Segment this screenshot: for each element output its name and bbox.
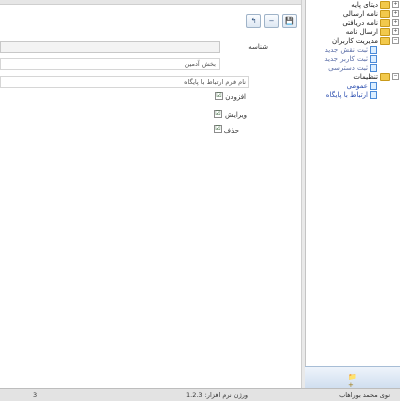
top-strip — [0, 0, 301, 5]
nam-form-input[interactable]: نام فرم ارتباط با پایگاه — [0, 76, 249, 88]
tree-item-settings[interactable]: − تنظیمات — [353, 72, 399, 81]
tree-item-label: مدیریت کاربران — [331, 36, 378, 45]
tree-item-send-letter[interactable]: + ارسال نامه — [346, 27, 399, 36]
collapse-icon[interactable]: − — [392, 73, 399, 80]
bakhsh-input[interactable]: بخش آدمین — [0, 58, 220, 70]
save-icon: 💾 — [285, 17, 294, 25]
add-folder-icon[interactable]: 📁+ — [348, 373, 358, 389]
status-version: ورژن نرم افزار: 1.2.3 — [186, 391, 248, 399]
expand-icon[interactable]: + — [392, 1, 399, 8]
status-bar: نوی محمد بوراهاب ورژن نرم افزار: 1.2.3 3 — [0, 388, 400, 401]
expand-icon[interactable]: + — [392, 19, 399, 26]
back-icon: ↰ — [250, 17, 257, 25]
checkbox-delete-row: حذف — [224, 127, 239, 135]
tree-item-user-management[interactable]: − مدیریت کاربران — [332, 36, 399, 45]
tree-item-new-user[interactable]: ثبت کاربر جدید — [324, 54, 377, 63]
form-toolbar: ↰ − 💾 — [246, 14, 297, 28]
tree-item-label: ارتباط با پایگاه — [325, 90, 368, 99]
checkbox-delete[interactable]: ☑ — [214, 125, 222, 133]
tree-footer: 📁+ — [305, 366, 400, 389]
nam-form-row: نام فرم ارتباط با پایگاه — [0, 76, 249, 89]
tree-item-label: نامه دریافتی — [342, 18, 378, 27]
checkbox-add[interactable]: ☑ — [215, 92, 223, 100]
save-button[interactable]: 💾 — [282, 14, 297, 28]
tree-item-label: تنظیمات — [353, 72, 378, 81]
page-icon — [370, 54, 377, 63]
shenase-row — [0, 41, 220, 54]
navigation-tree: + دیتای پایه + نامه ارسالی + نامه دریافت… — [305, 0, 400, 366]
checkbox-delete-label: حذف — [223, 127, 239, 135]
tree-item-new-role[interactable]: ثبت نقش جدید — [325, 45, 377, 54]
tree-item-sent-letters[interactable]: + نامه ارسالی — [343, 9, 399, 18]
bakhsh-row: بخش آدمین — [0, 58, 220, 71]
shenase-label: شناسه — [248, 43, 268, 51]
tree-item-label: عمومی — [346, 81, 368, 90]
tree-item-general[interactable]: عمومی — [347, 81, 377, 90]
tree-item-received-letters[interactable]: + نامه دریافتی — [342, 18, 399, 27]
folder-icon — [380, 9, 390, 18]
tree-item-label: ثبت نقش جدید — [324, 45, 368, 54]
shenase-input[interactable] — [0, 41, 220, 53]
checkbox-add-row: افزودن — [225, 93, 246, 101]
folder-icon — [380, 0, 390, 9]
tree-item-label: ثبت کاربر جدید — [324, 54, 368, 63]
tree-item-label: نامه ارسالی — [342, 9, 378, 18]
minus-icon: − — [268, 17, 275, 25]
folder-icon — [380, 18, 390, 27]
remove-button[interactable]: − — [264, 14, 279, 28]
back-button[interactable]: ↰ — [246, 14, 261, 28]
checkbox-edit[interactable]: ☑ — [214, 110, 222, 118]
folder-icon — [380, 72, 390, 81]
page-icon — [370, 90, 377, 99]
folder-icon — [380, 36, 390, 45]
collapse-icon[interactable]: − — [392, 37, 399, 44]
tree-item-access[interactable]: ثبت دسترسی — [328, 63, 377, 72]
checkbox-edit-row: ویرایش — [225, 111, 247, 119]
expand-icon[interactable]: + — [392, 28, 399, 35]
tree-item-label: دیتای پایه — [351, 0, 378, 9]
folder-icon — [380, 27, 390, 36]
tree-item-label: ثبت دسترسی — [328, 63, 368, 72]
expand-icon[interactable]: + — [392, 10, 399, 17]
checkbox-edit-label: ویرایش — [224, 111, 247, 119]
page-icon — [370, 81, 377, 90]
tree-item-base-data[interactable]: + دیتای پایه — [351, 0, 399, 9]
checkbox-add-label: افزودن — [225, 93, 246, 101]
status-user: نوی محمد بوراهاب — [339, 391, 390, 399]
page-icon — [370, 45, 377, 54]
status-number: 3 — [33, 391, 38, 399]
tree-item-label: ارسال نامه — [345, 27, 378, 36]
nam-form-value: نام فرم ارتباط با پایگاه — [184, 78, 246, 86]
page-icon — [370, 63, 377, 72]
tree-item-base-connection[interactable]: ارتباط با پایگاه — [326, 90, 377, 99]
main-panel: ↰ − 💾 شناسه بخش آدمین نام فرم ارتباط با … — [0, 0, 301, 388]
